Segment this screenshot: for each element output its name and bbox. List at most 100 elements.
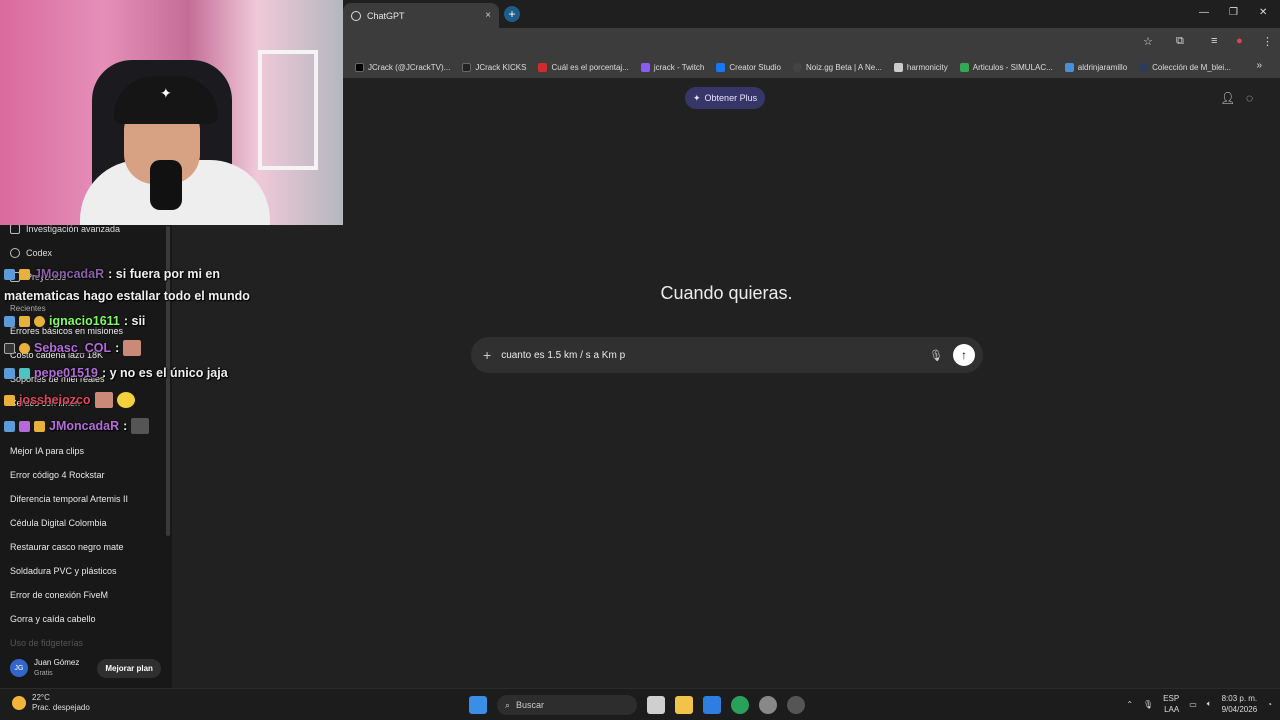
tray-mic-icon[interactable]: 🎙︎ xyxy=(1143,700,1153,709)
chatgpt-favicon-icon xyxy=(351,10,361,21)
windows-taskbar: 22°C Prac. despejado ⌕ Buscar ⌃ 🎙︎ ESP L… xyxy=(0,688,1280,720)
temporary-chat-icon[interactable]: ◌ xyxy=(1246,91,1253,105)
emote-icon xyxy=(123,340,142,356)
kick-icon xyxy=(462,62,472,72)
bookmark-item[interactable]: Noiz.gg Beta | A Ne... xyxy=(792,62,882,72)
language-indicator[interactable]: ESP LAA xyxy=(1163,693,1179,715)
upgrade-plan-button[interactable]: Mejorar plan xyxy=(97,658,161,678)
bookmarks-bar: JCrack (@JCrackTV)... JCrack KICKS Cuál … xyxy=(343,56,1280,78)
user-profile[interactable]: JG Juan Gómez Gratis Mejorar plan xyxy=(0,650,172,686)
close-window-icon[interactable]: ✕ xyxy=(1259,7,1267,18)
search-placeholder: Buscar xyxy=(516,700,545,710)
search-icon: ⌕ xyxy=(505,699,511,710)
chat-message: jossheiozco xyxy=(4,392,135,408)
bookmark-label: Noiz.gg Beta | A Ne... xyxy=(805,62,882,72)
notification-icon[interactable]: ◔ xyxy=(1267,700,1272,709)
sidebar-item-deep-research[interactable]: Investigación avanzada xyxy=(10,224,120,234)
chat-username: JMoncadaR xyxy=(49,419,120,433)
maximize-icon[interactable]: ❐ xyxy=(1229,7,1238,18)
user-name: Juan Gómez xyxy=(34,658,80,667)
bookmark-label: JCrack KICKS xyxy=(475,62,527,72)
media-icon[interactable]: ≡ xyxy=(1211,35,1217,47)
emote-icon xyxy=(116,392,135,408)
tab-chatgpt[interactable]: ChatGPT × xyxy=(343,3,499,28)
minimize-icon[interactable]: — xyxy=(1199,7,1209,18)
chrome-icon[interactable] xyxy=(731,696,749,714)
bookmark-item[interactable]: jcrack - Twitch xyxy=(640,62,705,72)
emote-icon xyxy=(131,418,150,434)
attach-plus-icon[interactable]: + xyxy=(483,347,491,363)
bookmark-label: aldrinjaramillo xyxy=(1077,62,1128,72)
microphone-icon[interactable]: 🎙︎ xyxy=(929,349,943,362)
task-view-icon[interactable] xyxy=(647,696,665,714)
volume-icon[interactable]: 🔈︎ xyxy=(1207,699,1212,709)
menu-kebab-icon[interactable]: ⋮ xyxy=(1262,35,1273,48)
recent-chat-item[interactable]: Cédula Digital Colombia xyxy=(10,518,107,528)
bookmark-item[interactable]: JCrack (@JCrackTV)... xyxy=(355,62,451,72)
mail-icon[interactable] xyxy=(703,696,721,714)
share-user-icon[interactable]: 👤︎ xyxy=(1220,91,1235,105)
send-button[interactable]: ↑ xyxy=(953,344,975,366)
document-icon xyxy=(1064,62,1074,72)
user-plan: Gratis xyxy=(34,670,53,677)
facebook-icon xyxy=(716,62,726,72)
bookmark-item[interactable]: Articulos - SIMULAC... xyxy=(959,62,1053,72)
chat-message: ignacio1611 : sii xyxy=(4,314,145,328)
weather-widget[interactable]: 22°C Prac. despejado xyxy=(12,693,90,713)
bookmark-item[interactable]: Colección de M_blei... xyxy=(1139,62,1231,72)
chat-text: matematicas hago estallar todo el mundo xyxy=(4,289,250,303)
tab-title: ChatGPT xyxy=(367,10,405,21)
tab-close-icon[interactable]: × xyxy=(485,10,491,21)
taskbar-search[interactable]: ⌕ Buscar xyxy=(497,695,637,715)
weather-temp: 22°C xyxy=(32,693,50,702)
recent-chat-item[interactable]: Diferencia temporal Artemis II xyxy=(10,494,128,504)
new-tab-button[interactable]: + xyxy=(504,6,520,22)
codex-icon xyxy=(10,248,20,258)
clock[interactable]: 8:03 p. m. 9/04/2026 xyxy=(1222,693,1258,715)
noiz-icon xyxy=(792,62,802,72)
recent-chat-item[interactable]: Soldadura PVC y plásticos xyxy=(10,566,117,576)
chat-message: matematicas hago estallar todo el mundo xyxy=(4,289,250,303)
chat-message: Sebasc_COL : xyxy=(4,340,142,356)
chat-message: pepe01519 : y no es el único jaja xyxy=(4,366,228,380)
get-plus-button[interactable]: ✦ Obtener Plus xyxy=(685,87,766,109)
recent-chat-item[interactable]: Uso de fidgeterías xyxy=(10,638,83,648)
weather-desc: Prac. despejado xyxy=(32,703,90,712)
recent-chat-item[interactable]: Mejor IA para clips xyxy=(10,446,84,456)
telescope-icon xyxy=(10,224,20,234)
bookmark-label: jcrack - Twitch xyxy=(653,62,705,72)
badge-icon xyxy=(4,394,15,406)
bookmark-item[interactable]: Cuál es el porcentaj... xyxy=(538,62,629,72)
tray-chevron-icon[interactable]: ⌃ xyxy=(1126,700,1133,709)
recent-chat-item[interactable]: Restaurar casco negro mate xyxy=(10,542,124,552)
bookmark-item[interactable]: harmonicity xyxy=(893,62,948,72)
shelf-image xyxy=(258,50,318,170)
weather-sun-icon xyxy=(12,696,26,710)
badge-icon xyxy=(19,420,30,432)
prompt-input[interactable]: cuanto es 1.5 km / s a Km p xyxy=(501,350,929,361)
bookmark-item[interactable]: Creator Studio xyxy=(716,62,781,72)
sidebar-item-codex[interactable]: Codex xyxy=(10,248,52,258)
recent-chat-item[interactable]: Gorra y caída cabello xyxy=(10,614,96,624)
extensions-icon[interactable]: ⧉ xyxy=(1176,35,1184,48)
prompt-composer[interactable]: + cuanto es 1.5 km / s a Km p 🎙︎ ↑ xyxy=(471,337,983,373)
settings-gear-icon[interactable] xyxy=(759,696,777,714)
bookmark-item[interactable]: JCrack KICKS xyxy=(462,62,527,72)
profile-icon[interactable]: ● xyxy=(1236,35,1243,47)
file-explorer-icon[interactable] xyxy=(675,696,693,714)
chat-text: : sii xyxy=(123,314,146,328)
recent-chat-item[interactable]: Error código 4 Rockstar xyxy=(10,470,105,480)
keyboard-layout: LAA xyxy=(1164,705,1180,714)
network-icon[interactable]: ▭ xyxy=(1189,700,1197,709)
badge-icon xyxy=(4,420,15,432)
chatgpt-main: ✦ Obtener Plus 👤︎ ◌ Cuando quieras. + cu… xyxy=(343,78,1280,688)
bookmarks-more-icon[interactable]: » xyxy=(1256,60,1262,71)
bookmark-star-icon[interactable]: ☆ xyxy=(1143,35,1153,48)
recent-chat-item[interactable]: Error de conexión FiveM xyxy=(10,590,108,600)
bookmark-label: JCrack (@JCrackTV)... xyxy=(368,62,451,72)
obs-icon[interactable] xyxy=(787,696,805,714)
windows-start-icon[interactable] xyxy=(469,696,487,714)
get-plus-label: Obtener Plus xyxy=(704,93,758,103)
chat-username: pepe01519 xyxy=(34,366,98,380)
bookmark-item[interactable]: aldrinjaramillo xyxy=(1064,62,1128,72)
